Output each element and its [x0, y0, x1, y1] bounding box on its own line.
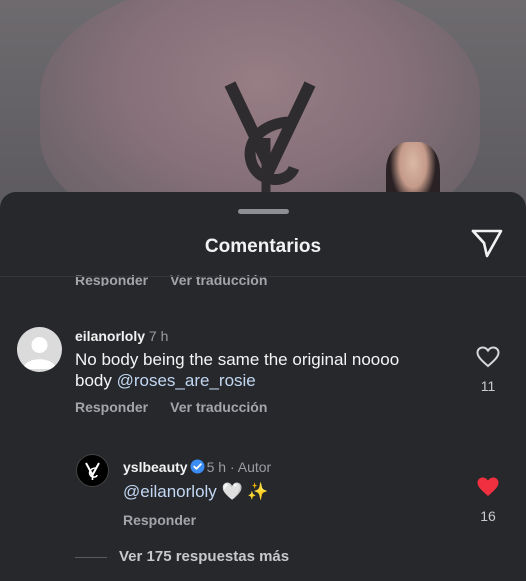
reply-emojis: 🤍 ✨ [221, 482, 269, 501]
header-divider [0, 276, 526, 277]
mention-link[interactable]: @eilanorloly [123, 482, 217, 501]
send-icon[interactable] [470, 228, 504, 258]
reply-button[interactable]: Responder [75, 272, 148, 286]
default-avatar-icon [23, 337, 56, 369]
translate-button[interactable]: Ver traducción [170, 272, 267, 286]
timestamp: 7 h [148, 328, 169, 344]
comment-actions: Responder Ver traducción [75, 399, 289, 415]
comments-sheet: Comentarios Responder Ver traducción eila… [0, 192, 526, 581]
reply-button[interactable]: Responder [123, 512, 196, 528]
avatar[interactable] [76, 454, 109, 487]
like-column: 11 [473, 346, 503, 394]
previous-comment-actions: Responder Ver traducción [75, 272, 289, 286]
mention-link[interactable]: @roses_are_rosie [117, 371, 256, 390]
reply-actions: Responder [123, 512, 218, 528]
comment-header: eilanorloly 7 h [75, 328, 168, 344]
view-more-replies[interactable]: Ver 175 respuestas más [75, 548, 289, 565]
thread-line [75, 556, 107, 558]
reply-button[interactable]: Responder [75, 399, 148, 415]
video-background [0, 0, 526, 210]
drag-handle[interactable] [238, 209, 289, 214]
comment-text: No body being the same the original nooo… [75, 349, 435, 391]
username[interactable]: yslbeauty [123, 459, 188, 475]
timestamp: 5 h [206, 459, 227, 475]
like-count: 16 [480, 508, 496, 524]
ysl-logo [224, 81, 316, 198]
username[interactable]: eilanorloly [75, 328, 145, 344]
like-count: 11 [480, 378, 496, 394]
ysl-logo-small [85, 462, 100, 480]
sheet-title: Comentarios [204, 236, 322, 257]
reply-header: yslbeauty 5 h · Autor [123, 459, 271, 475]
heart-outline-icon[interactable] [476, 346, 500, 368]
like-column: 16 [473, 476, 503, 524]
heart-filled-icon[interactable] [476, 476, 500, 498]
translate-button[interactable]: Ver traducción [170, 399, 267, 415]
reply-text: @eilanorloly 🤍 ✨ [123, 481, 269, 502]
verified-badge-icon [190, 459, 205, 474]
separator-dot: · [229, 459, 235, 475]
author-tag: Autor [237, 459, 272, 475]
more-replies-label: Ver 175 respuestas más [119, 548, 290, 565]
avatar[interactable] [17, 327, 62, 372]
